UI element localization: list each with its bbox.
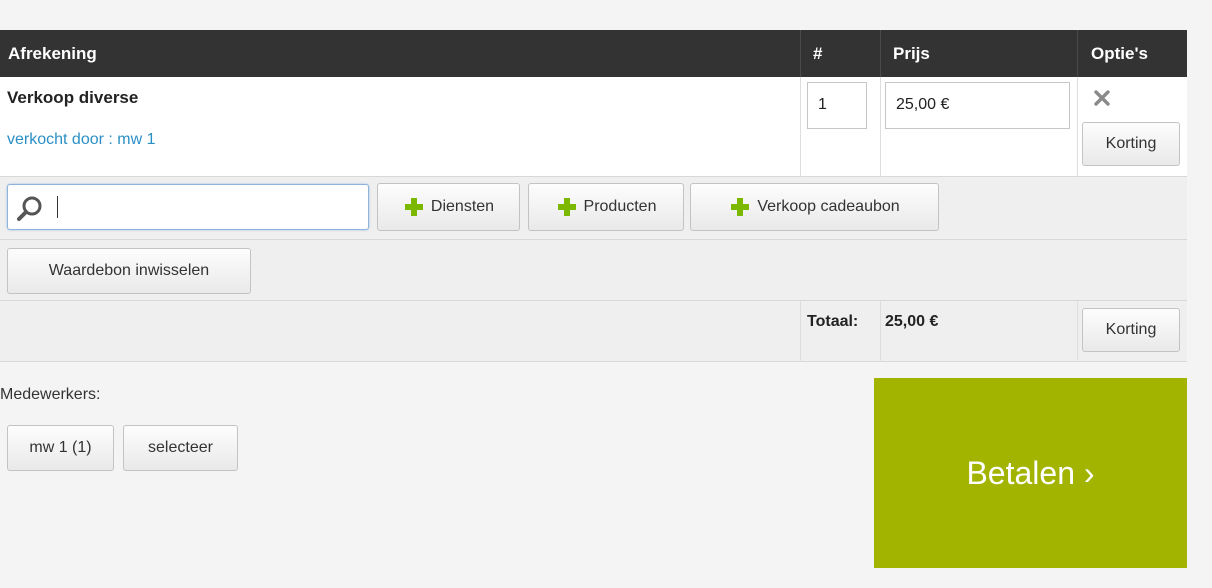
- voucher-row: Waardebon inwisselen: [0, 240, 1187, 301]
- total-discount-label: Korting: [1105, 321, 1157, 338]
- total-value: 25,00 €: [885, 313, 939, 330]
- select-staff-button[interactable]: selecteer: [123, 425, 238, 471]
- add-services-button[interactable]: Diensten: [377, 183, 520, 231]
- pay-button-label: Betalen ›: [966, 454, 1095, 491]
- sell-gift-voucher-label: Verkoop cadeaubon: [757, 198, 900, 215]
- totals-row: Totaal: 25,00 € Korting: [0, 301, 1187, 362]
- pay-button[interactable]: Betalen ›: [874, 378, 1187, 568]
- redeem-voucher-button[interactable]: Waardebon inwisselen: [7, 248, 251, 294]
- search-input[interactable]: [7, 184, 369, 230]
- select-staff-label: selecteer: [148, 439, 213, 456]
- staff-member-label: mw 1 (1): [29, 439, 92, 456]
- item-seller-link[interactable]: verkocht door : mw 1: [7, 131, 156, 149]
- toolbar-row: Diensten Producten Verkoop cadeaubon: [0, 177, 1187, 240]
- staff-label: Medewerkers:: [0, 386, 101, 403]
- quantity-input[interactable]: 1: [807, 82, 867, 129]
- header-price: Prijs: [893, 44, 930, 63]
- total-label: Totaal:: [807, 313, 859, 330]
- table-header: Afrekening # Prijs Optie's: [0, 30, 1187, 77]
- search-icon: [17, 196, 42, 221]
- item-discount-label: Korting: [1105, 135, 1157, 152]
- item-name: Verkoop diverse: [7, 88, 139, 107]
- header-options: Optie's: [1091, 44, 1148, 63]
- price-input[interactable]: 25,00 €: [885, 82, 1070, 129]
- header-afrekening: Afrekening: [8, 44, 97, 63]
- plus-icon: [731, 198, 750, 216]
- add-products-button[interactable]: Producten: [528, 183, 684, 231]
- plus-icon: [557, 198, 576, 216]
- total-discount-button[interactable]: Korting: [1082, 308, 1180, 352]
- plus-icon: [404, 198, 423, 216]
- item-discount-button[interactable]: Korting: [1082, 122, 1180, 166]
- sell-gift-voucher-button[interactable]: Verkoop cadeaubon: [690, 183, 939, 231]
- table-row: Verkoop diverse verkocht door : mw 1 1 2…: [0, 77, 1187, 177]
- staff-member-button[interactable]: mw 1 (1): [7, 425, 114, 471]
- header-count: #: [813, 44, 823, 63]
- text-caret: [57, 196, 58, 218]
- redeem-voucher-label: Waardebon inwisselen: [48, 262, 210, 279]
- close-icon[interactable]: [1092, 88, 1112, 108]
- add-products-label: Producten: [583, 198, 657, 215]
- add-services-label: Diensten: [430, 198, 495, 215]
